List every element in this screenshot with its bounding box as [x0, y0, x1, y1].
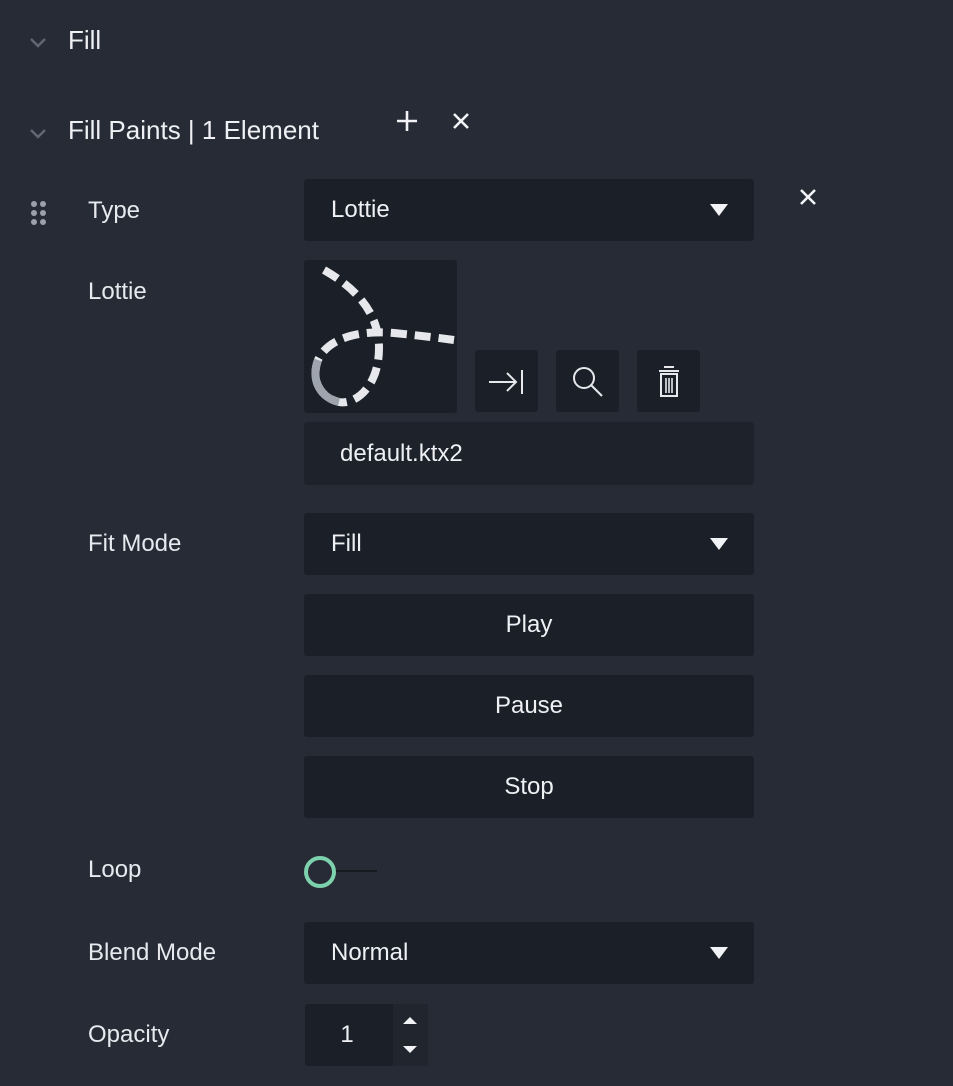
select-asset-button[interactable] — [475, 350, 538, 412]
search-icon — [573, 367, 603, 397]
caret-up-icon — [403, 1017, 417, 1024]
stepper-arrows — [393, 1004, 428, 1066]
lottie-preview[interactable] — [304, 260, 457, 413]
section-title-fill-paints[interactable]: Fill Paints | 1 Element — [68, 115, 319, 145]
caret-down-icon — [710, 538, 728, 550]
blend-mode-label: Blend Mode — [88, 939, 217, 966]
lottie-file-name: default.ktx2 — [304, 422, 754, 485]
pause-button-label: Pause — [494, 692, 564, 719]
loop-label: Loop — [88, 856, 142, 883]
find-asset-button[interactable] — [556, 350, 619, 412]
lottie-file-name-text: default.ktx2 — [340, 440, 463, 467]
toggle-knob — [304, 856, 336, 888]
caret-down-icon — [403, 1046, 417, 1053]
chevron-down-icon[interactable] — [27, 32, 49, 54]
caret-down-icon — [710, 947, 728, 959]
opacity-label: Opacity — [88, 1021, 170, 1048]
lottie-label: Lottie — [88, 278, 147, 305]
arrow-to-end-icon — [489, 370, 523, 394]
increment-button[interactable] — [393, 1004, 428, 1035]
fit-mode-label: Fit Mode — [88, 530, 182, 557]
play-button[interactable]: Play — [304, 594, 754, 656]
loop-toggle[interactable] — [303, 854, 379, 888]
opacity-stepper[interactable]: 1 — [305, 1004, 428, 1066]
plus-icon[interactable] — [395, 109, 419, 133]
section-title-fill[interactable]: Fill — [68, 25, 101, 55]
close-icon[interactable] — [451, 111, 471, 131]
type-dropdown[interactable]: Lottie — [304, 179, 754, 241]
opacity-value[interactable]: 1 — [305, 1020, 389, 1050]
inspector-panel: Fill Fill Paints | 1 Element Type Lottie… — [0, 0, 953, 1086]
trash-icon — [659, 366, 679, 397]
play-button-label: Play — [505, 611, 553, 638]
close-icon[interactable] — [798, 187, 818, 207]
drag-handle-icon[interactable] — [29, 200, 49, 228]
type-value: Lottie — [331, 196, 390, 223]
caret-down-icon — [710, 204, 728, 216]
pause-button[interactable]: Pause — [304, 675, 754, 737]
blend-mode-value: Normal — [331, 939, 409, 966]
chevron-down-icon[interactable] — [27, 123, 49, 145]
stop-button-label: Stop — [504, 773, 554, 800]
fit-mode-value: Fill — [331, 530, 362, 557]
lottie-preview-image — [311, 266, 455, 407]
delete-asset-button[interactable] — [637, 350, 700, 412]
decrement-button[interactable] — [393, 1035, 428, 1066]
fit-mode-dropdown[interactable]: Fill — [304, 513, 754, 575]
blend-mode-dropdown[interactable]: Normal — [304, 922, 754, 984]
type-label: Type — [88, 197, 141, 224]
stop-button[interactable]: Stop — [304, 756, 754, 818]
